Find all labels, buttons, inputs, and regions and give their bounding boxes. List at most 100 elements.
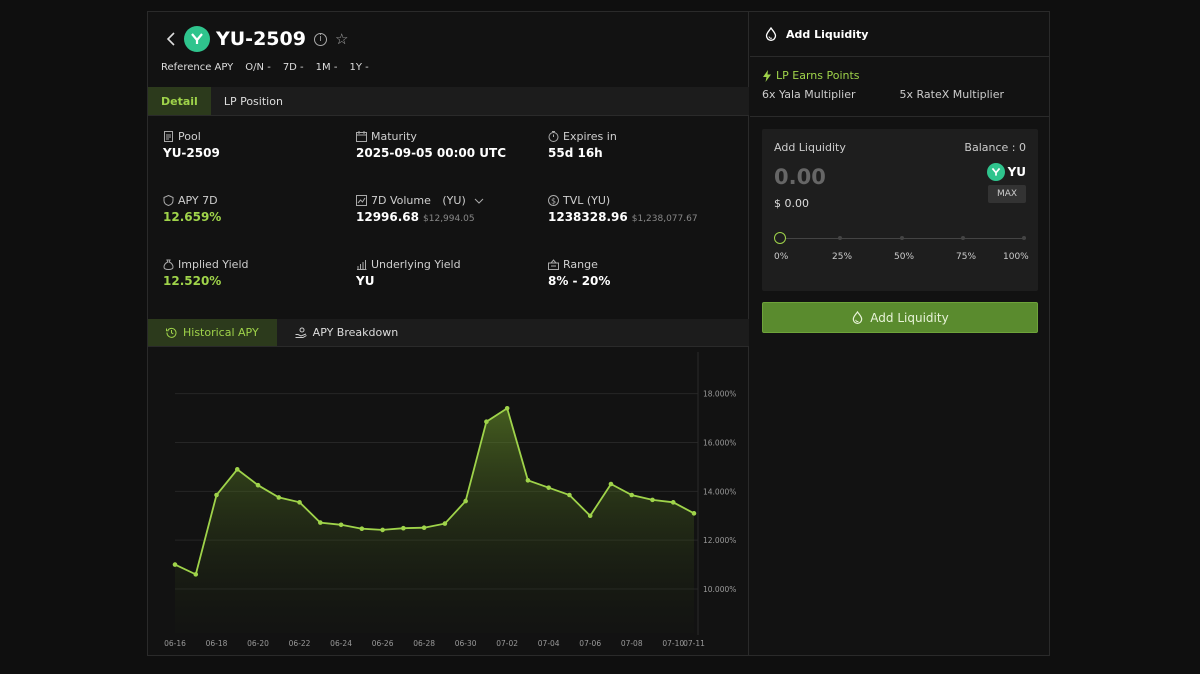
data-point[interactable] (567, 492, 572, 498)
stat-volume: 7D Volume (YU) 12996.68 $12,994.05 (356, 194, 546, 224)
stat-volume-usd: $12,994.05 (423, 214, 475, 224)
stat-implied: Implied Yield 12.520% (163, 258, 353, 288)
pct-100[interactable]: 100% (1003, 252, 1029, 262)
bar-chart-icon (357, 260, 367, 270)
chart-tabs: Historical APY APY Breakdown (148, 319, 749, 347)
star-icon[interactable]: ☆ (335, 30, 348, 48)
pool-header: YU-2509 i ☆ (162, 24, 348, 54)
pct-0[interactable]: 0% (774, 252, 788, 262)
data-point[interactable] (297, 500, 302, 505)
tab-historical-apy[interactable]: Historical APY (148, 319, 277, 346)
stat-range: Range 8% - 20% (548, 258, 738, 288)
stat-tvl-value: 1238328.96 (548, 210, 628, 224)
data-point[interactable] (234, 467, 240, 472)
data-point[interactable] (525, 478, 531, 483)
stat-apy7d-label: APY 7D (178, 194, 218, 207)
data-point[interactable] (691, 511, 697, 516)
data-point[interactable] (546, 485, 551, 490)
data-point[interactable] (421, 525, 427, 531)
data-point[interactable] (650, 497, 655, 503)
stat-volume-unit: (YU) (442, 194, 466, 207)
y-tick-label: 18.000% (703, 390, 736, 399)
tab-apy-breakdown[interactable]: APY Breakdown (277, 319, 417, 346)
y-tick-label: 16.000% (703, 438, 736, 447)
data-point[interactable] (629, 492, 635, 498)
data-point[interactable] (338, 522, 344, 528)
yala-multiplier: 6x Yala Multiplier (762, 88, 856, 101)
amount-input[interactable]: 0.00 (774, 165, 826, 189)
stat-apy7d: APY 7D 12.659% (163, 194, 353, 224)
stat-expires: Expires in 55d 16h (548, 130, 738, 160)
x-tick-label: 07-08 (621, 639, 643, 648)
stat-underlying-label: Underlying Yield (371, 258, 461, 271)
token-selector[interactable]: YU (986, 163, 1026, 181)
slider-tick-25[interactable] (838, 236, 842, 240)
data-point[interactable] (608, 481, 614, 487)
period-1m[interactable]: 1M - (316, 62, 338, 73)
data-point[interactable] (463, 498, 468, 504)
page-title: YU-2509 (216, 28, 306, 50)
max-button[interactable]: MAX (988, 185, 1026, 203)
stat-volume-label: 7D Volume (371, 194, 431, 207)
data-point[interactable] (172, 562, 178, 567)
x-tick-label: 06-26 (372, 639, 394, 648)
stat-pool-value: YU-2509 (163, 146, 220, 160)
y-tick-label: 12.000% (703, 536, 736, 545)
slider-tick-75[interactable] (961, 236, 965, 240)
data-point[interactable] (670, 500, 676, 505)
input-label: Add Liquidity (774, 141, 846, 154)
amount-slider[interactable] (774, 232, 1026, 246)
data-point[interactable] (587, 513, 593, 519)
data-point[interactable] (442, 521, 448, 526)
data-point[interactable] (193, 572, 199, 577)
x-tick-label: 07-06 (579, 639, 601, 648)
reference-apy-label: Reference APY (161, 62, 234, 73)
slider-tick-100[interactable] (1022, 236, 1026, 240)
chevron-down-icon[interactable] (474, 197, 484, 205)
add-liquidity-button[interactable]: Add Liquidity (762, 302, 1038, 333)
balance-text: Balance : 0 (964, 141, 1026, 154)
reference-apy-row: Reference APY O/N - 7D - 1M - 1Y - (161, 62, 369, 73)
data-point[interactable] (380, 527, 385, 533)
x-tick-label: 07-02 (496, 639, 518, 648)
period-on[interactable]: O/N - (245, 62, 271, 73)
svg-text:$: $ (551, 196, 556, 205)
info-icon[interactable]: i (313, 32, 327, 46)
data-point[interactable] (401, 525, 406, 531)
tab-detail[interactable]: Detail (148, 87, 211, 115)
tab-lp-position[interactable]: LP Position (211, 87, 296, 115)
history-icon (166, 327, 177, 338)
x-tick-label: 07-11 (683, 639, 705, 648)
pct-75[interactable]: 75% (956, 252, 976, 262)
liquidity-icon (853, 311, 863, 324)
stat-maturity: Maturity 2025-09-05 00:00 UTC (356, 130, 546, 160)
period-7d[interactable]: 7D - (283, 62, 304, 73)
data-point[interactable] (255, 482, 261, 488)
data-point[interactable] (214, 492, 219, 498)
data-point[interactable] (484, 419, 489, 425)
stat-implied-value: 12.520% (163, 274, 222, 288)
period-1y[interactable]: 1Y - (349, 62, 368, 73)
stat-range-label: Range (563, 258, 598, 271)
liquidity-title: Add Liquidity (786, 27, 869, 41)
pct-25[interactable]: 25% (832, 252, 852, 262)
add-liquidity-input-box: Add Liquidity Balance : 0 0.00 $ 0.00 YU… (762, 129, 1038, 291)
stat-expires-value: 55d 16h (548, 146, 603, 160)
stat-expires-label: Expires in (563, 130, 617, 143)
token-symbol: YU (1007, 165, 1026, 179)
data-point[interactable] (276, 495, 282, 500)
calendar-icon (356, 131, 367, 142)
back-icon[interactable] (162, 29, 178, 49)
x-tick-label: 06-28 (413, 639, 435, 648)
data-point[interactable] (504, 405, 510, 411)
slider-handle[interactable] (774, 232, 786, 244)
slider-tick-50[interactable] (900, 236, 904, 240)
stat-underlying: Underlying Yield YU (356, 258, 546, 288)
data-point[interactable] (318, 520, 323, 525)
stats-grid: Pool YU-2509 Maturity 2025-09-05 00:00 U… (163, 130, 743, 310)
stat-implied-label: Implied Yield (178, 258, 249, 271)
pct-50[interactable]: 50% (894, 252, 914, 262)
data-point[interactable] (359, 526, 365, 532)
shield-icon (163, 195, 174, 206)
x-tick-label: 07-10 (662, 639, 684, 648)
